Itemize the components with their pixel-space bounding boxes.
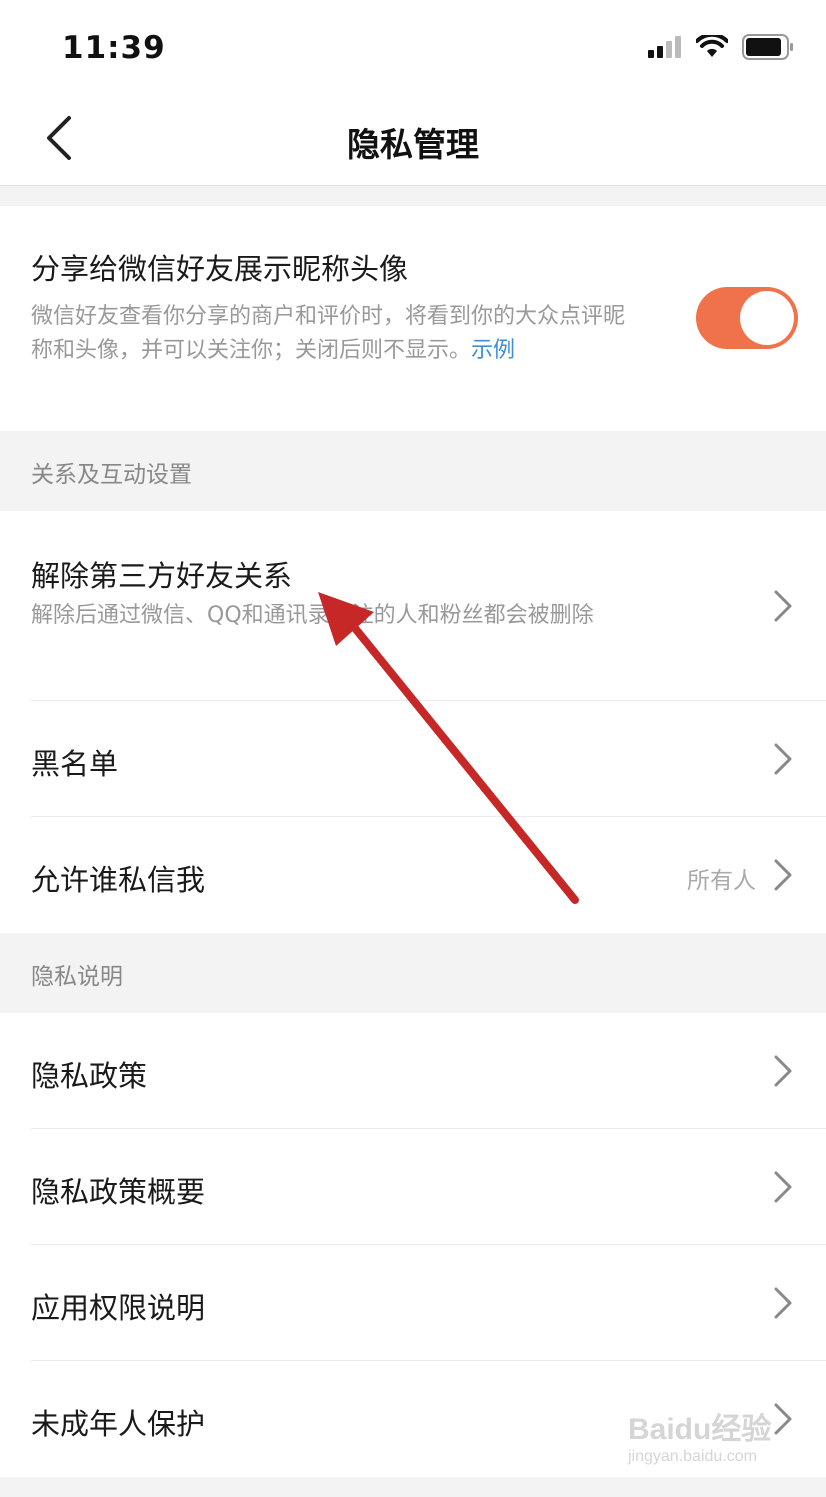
- nav-bar: 隐私管理: [0, 96, 826, 186]
- chevron-right-icon: [774, 859, 792, 891]
- row-label: 隐私政策: [31, 1059, 148, 1093]
- wifi-icon: [696, 35, 728, 57]
- status-time: 11:39: [62, 30, 166, 66]
- app-permissions-row[interactable]: 应用权限说明: [0, 1245, 826, 1361]
- privacy-policy-summary-row[interactable]: 隐私政策概要: [0, 1129, 826, 1245]
- section-header-relationship: 关系及互动设置: [0, 431, 826, 511]
- row-label: 应用权限说明: [31, 1291, 206, 1325]
- chevron-right-icon: [774, 1171, 792, 1203]
- signal-icon: [648, 36, 681, 58]
- share-setting-description: 微信好友查看你分享的商户和评价时，将看到你的大众点评昵称和头像，并可以关注你；关…: [31, 300, 631, 368]
- direct-message-permission-row[interactable]: 允许谁私信我 所有人: [0, 817, 826, 933]
- privacy-policy-row[interactable]: 隐私政策: [0, 1013, 826, 1129]
- chevron-right-icon: [774, 743, 792, 775]
- share-setting-toggle[interactable]: [696, 287, 798, 349]
- watermark-brand: Baidu经验: [628, 1413, 772, 1446]
- row-label: 黑名单: [31, 747, 119, 781]
- row-label: 隐私政策概要: [31, 1175, 206, 1209]
- example-link[interactable]: 示例: [471, 338, 515, 363]
- section-header-label: 关系及互动设置: [31, 462, 192, 488]
- section-header-privacy-info: 隐私说明: [0, 933, 826, 1013]
- row-label: 解除第三方好友关系: [31, 559, 293, 593]
- status-icons: [648, 34, 794, 60]
- section-header-label: 隐私说明: [31, 964, 123, 990]
- row-description: 解除后通过微信、QQ和通讯录关注的人和粉丝都会被删除: [31, 603, 594, 628]
- battery-icon: [742, 34, 793, 60]
- status-bar: 11:39: [0, 0, 826, 96]
- page-title: 隐私管理: [347, 125, 479, 164]
- row-label: 未成年人保护: [31, 1407, 206, 1441]
- row-label: 允许谁私信我: [31, 863, 206, 897]
- unlink-third-party-friends-row[interactable]: 解除第三方好友关系 解除后通过微信、QQ和通讯录关注的人和粉丝都会被删除: [0, 511, 826, 701]
- row-value: 所有人: [687, 868, 756, 894]
- baidu-watermark: Baidu经验 jingyan.baidu.com: [628, 1404, 798, 1474]
- chevron-right-icon: [774, 590, 792, 622]
- chevron-right-icon: [774, 1287, 792, 1319]
- toggle-knob: [740, 291, 794, 345]
- blacklist-row[interactable]: 黑名单: [0, 701, 826, 817]
- share-setting-description-text: 微信好友查看你分享的商户和评价时，将看到你的大众点评昵称和头像，并可以关注你；关…: [31, 304, 626, 363]
- watermark-url: jingyan.baidu.com: [628, 1448, 757, 1465]
- share-setting-title: 分享给微信好友展示昵称头像: [31, 252, 409, 286]
- chevron-right-icon: [774, 1055, 792, 1087]
